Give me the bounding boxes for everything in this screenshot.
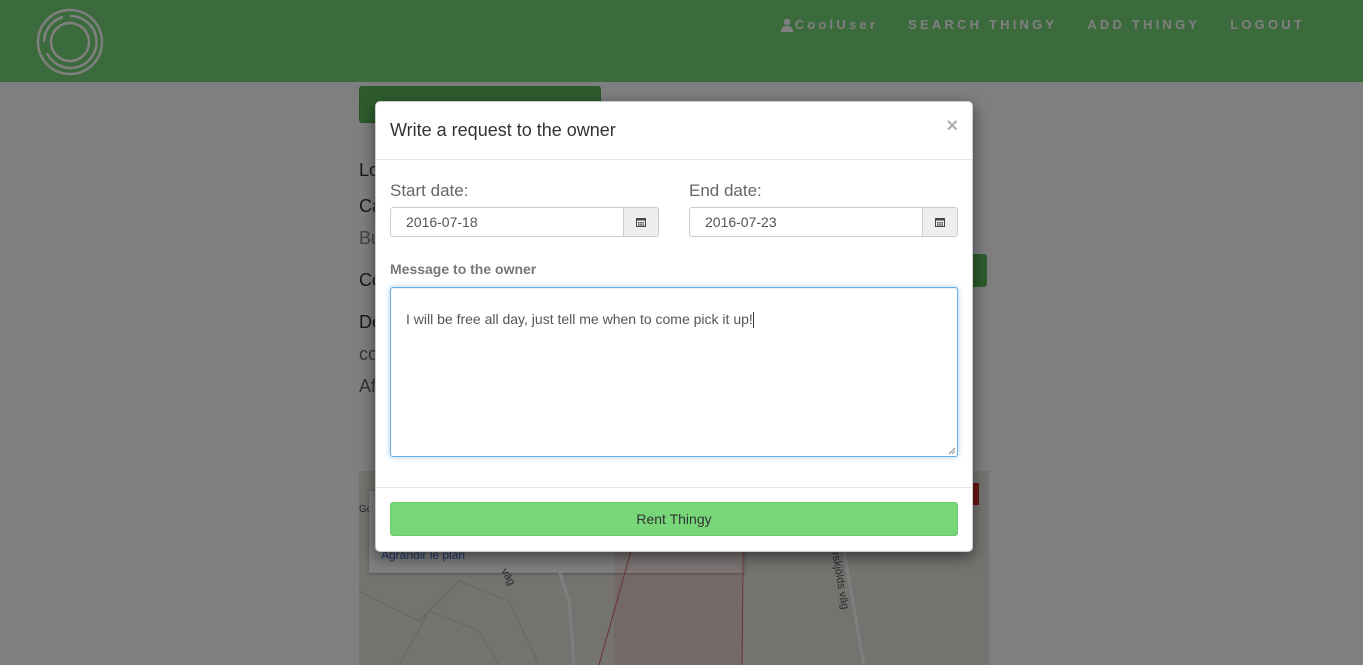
end-date-label: End date: bbox=[689, 181, 762, 200]
modal-footer bbox=[376, 487, 972, 488]
rent-thingy-button[interactable]: Rent Thingy bbox=[390, 502, 958, 536]
end-date-group: 2016-07-23 bbox=[689, 207, 958, 237]
modal-title: Write a request to the owner bbox=[390, 120, 616, 140]
message-textarea[interactable]: I will be free all day, just tell me whe… bbox=[390, 287, 958, 457]
close-button[interactable]: × bbox=[946, 116, 958, 136]
text-caret bbox=[752, 312, 754, 329]
start-date-group: 2016-07-18 bbox=[390, 207, 659, 237]
start-date-picker-button[interactable] bbox=[624, 207, 659, 237]
message-label: Message to the owner bbox=[390, 261, 537, 277]
resize-handle-icon[interactable] bbox=[946, 445, 956, 455]
start-date-label: Start date: bbox=[390, 181, 469, 200]
calendar-icon bbox=[935, 218, 945, 227]
calendar-icon bbox=[636, 218, 646, 227]
modal-header: Write a request to the owner × bbox=[376, 102, 972, 160]
message-text: I will be free all day, just tell me whe… bbox=[406, 311, 753, 327]
end-date-picker-button[interactable] bbox=[923, 207, 958, 237]
rent-request-modal: Write a request to the owner × Start dat… bbox=[375, 101, 973, 552]
start-date-input[interactable]: 2016-07-18 bbox=[390, 207, 624, 237]
end-date-input[interactable]: 2016-07-23 bbox=[689, 207, 923, 237]
